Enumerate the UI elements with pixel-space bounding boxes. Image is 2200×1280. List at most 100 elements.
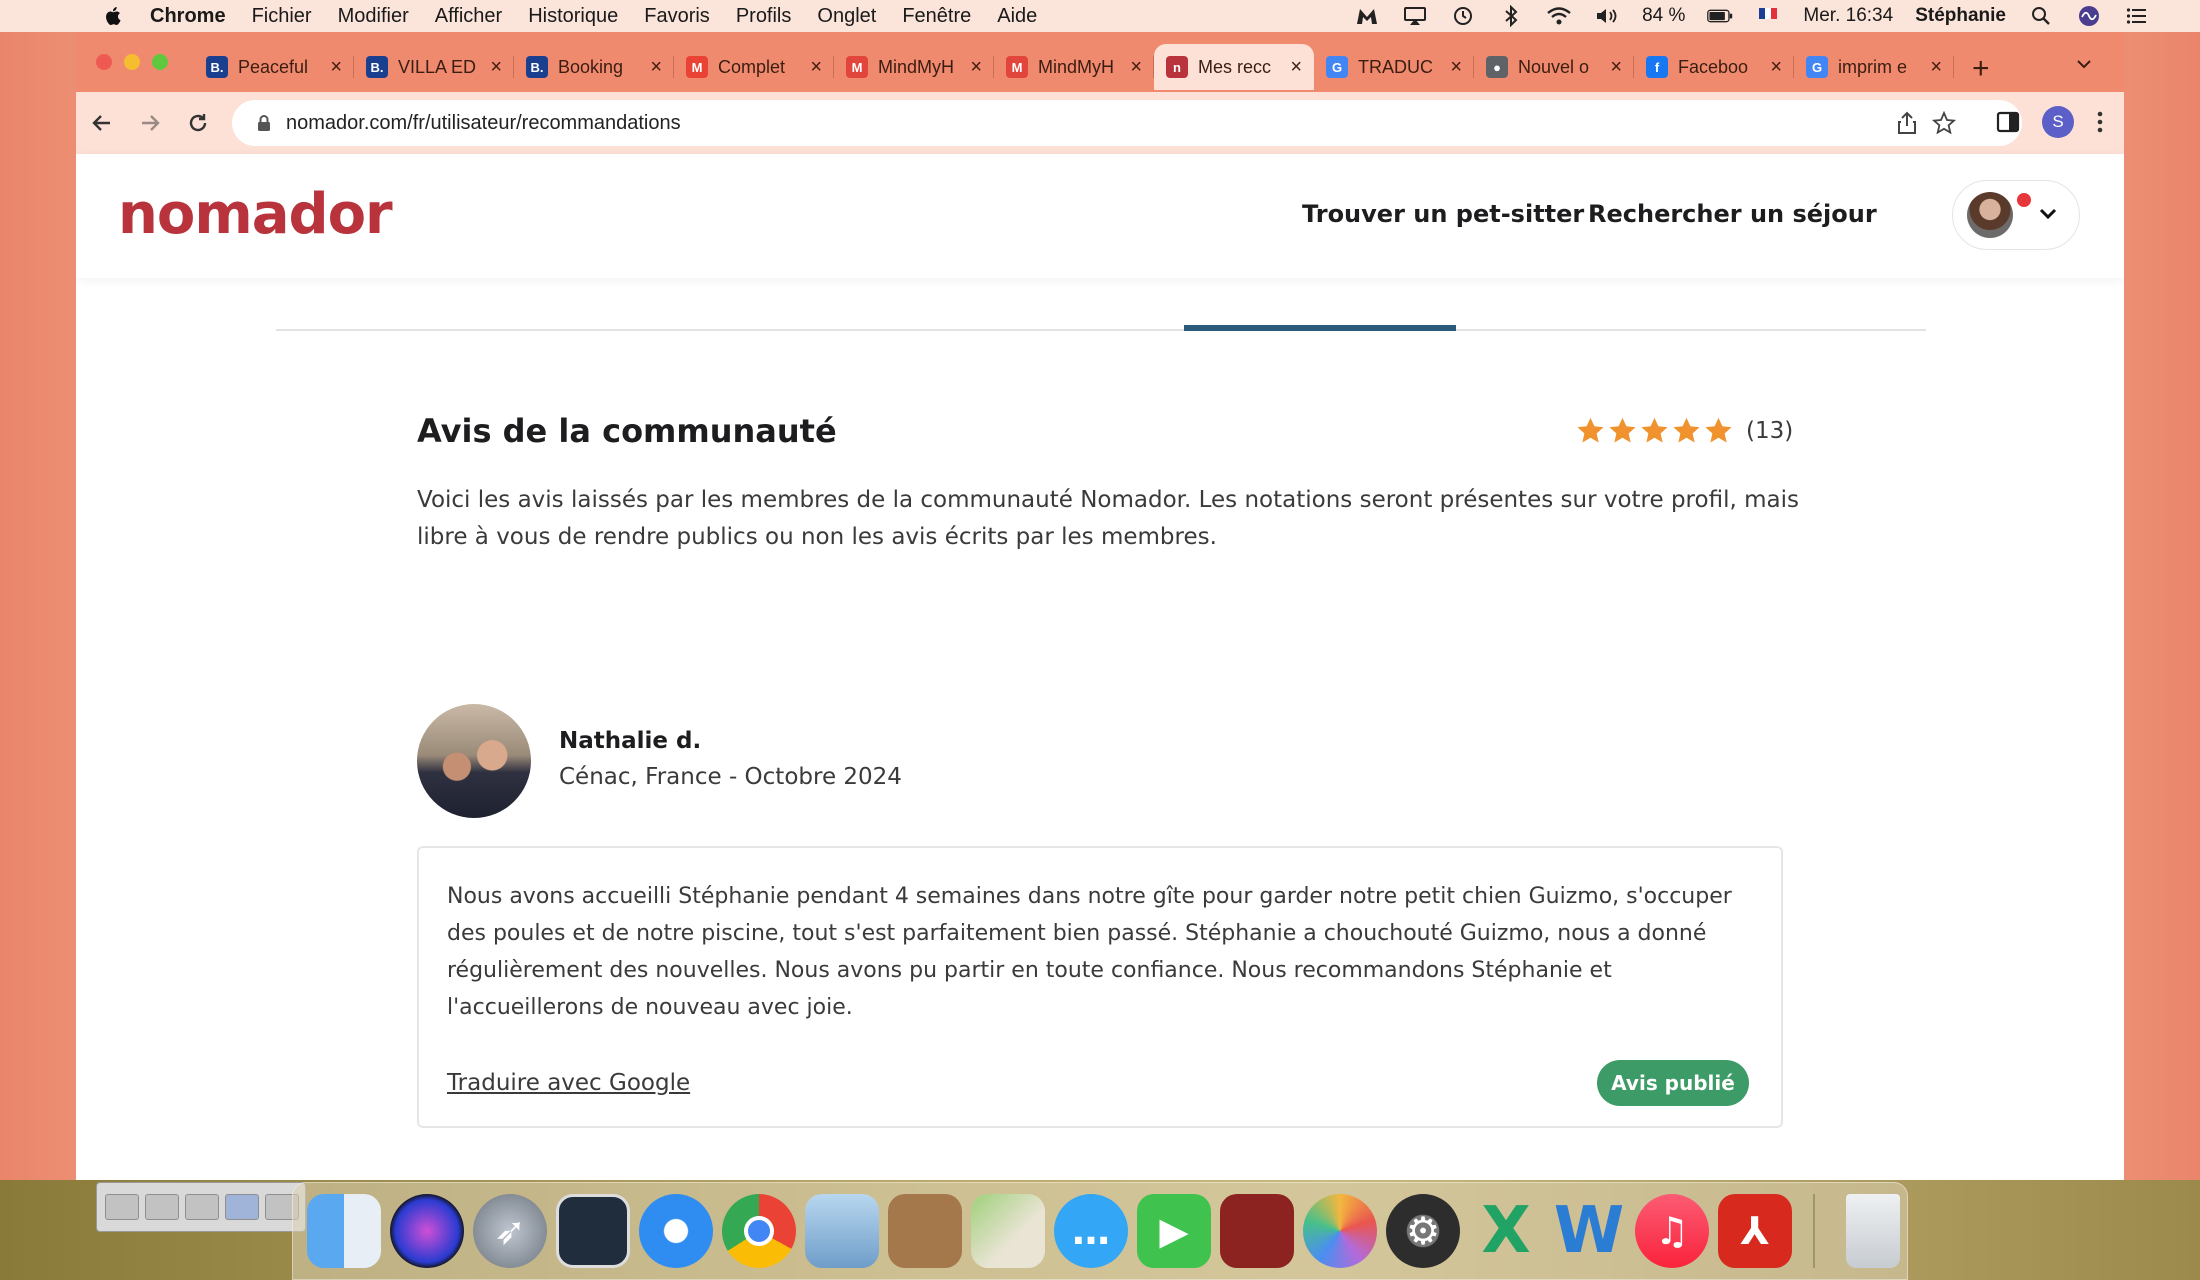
system-preferences-icon[interactable]: ⚙ bbox=[1386, 1194, 1460, 1268]
siri-dock-icon[interactable] bbox=[390, 1194, 464, 1268]
chrome-icon[interactable] bbox=[722, 1194, 796, 1268]
word-icon[interactable]: W bbox=[1552, 1194, 1626, 1268]
facetime-icon[interactable]: ▶ bbox=[1137, 1194, 1211, 1268]
side-panel-icon[interactable] bbox=[1996, 111, 2020, 133]
tab-search-chevron-icon[interactable] bbox=[2074, 54, 2094, 74]
notification-dot bbox=[2017, 193, 2031, 207]
browser-tab[interactable]: B. VILLA ED × bbox=[354, 44, 514, 90]
photo-slideshow-icon[interactable] bbox=[556, 1194, 630, 1268]
forward-button[interactable] bbox=[128, 101, 172, 145]
close-tab-icon[interactable]: × bbox=[810, 56, 822, 79]
lock-icon[interactable] bbox=[256, 114, 272, 132]
close-tab-icon[interactable]: × bbox=[650, 56, 662, 79]
browser-tab[interactable]: n Mes recc × bbox=[1154, 44, 1314, 90]
bluetooth-icon[interactable] bbox=[1498, 5, 1524, 27]
nav-find-pet-sitter[interactable]: Trouver un pet-sitter bbox=[1302, 200, 1584, 228]
close-tab-icon[interactable]: × bbox=[1130, 56, 1142, 79]
menu-onglet[interactable]: Onglet bbox=[817, 5, 876, 28]
tab-strip: B. Peaceful × B. VILLA ED × B. Booking × M Complet… bbox=[76, 32, 2124, 92]
reload-button[interactable] bbox=[176, 101, 220, 145]
chrome-menu-icon[interactable] bbox=[2096, 110, 2104, 134]
zoom-window-icon[interactable] bbox=[152, 54, 168, 70]
battery-icon[interactable] bbox=[1707, 5, 1733, 27]
close-tab-icon[interactable]: × bbox=[1290, 56, 1302, 79]
menu-historique[interactable]: Historique bbox=[528, 5, 618, 28]
menubar-user[interactable]: Stéphanie bbox=[1915, 5, 2006, 27]
contacts-icon[interactable] bbox=[888, 1194, 962, 1268]
launchpad-icon[interactable]: ➶ bbox=[473, 1194, 547, 1268]
preview-icon[interactable] bbox=[805, 1194, 879, 1268]
tab-title: Complet bbox=[718, 56, 786, 77]
tab-favicon-icon: G bbox=[1806, 56, 1828, 78]
volume-icon[interactable] bbox=[1594, 5, 1620, 27]
close-tab-icon[interactable]: × bbox=[1930, 56, 1942, 79]
share-icon[interactable] bbox=[1896, 111, 1918, 135]
messages-icon[interactable]: … bbox=[1054, 1194, 1128, 1268]
menu-favoris[interactable]: Favoris bbox=[644, 5, 710, 28]
malwarebytes-icon[interactable] bbox=[1354, 5, 1380, 27]
maps-icon[interactable] bbox=[971, 1194, 1045, 1268]
browser-tab[interactable]: ● Nouvel o × bbox=[1474, 44, 1634, 90]
wifi-icon[interactable] bbox=[1546, 5, 1572, 27]
trash-icon[interactable] bbox=[1846, 1194, 1900, 1268]
menu-modifier[interactable]: Modifier bbox=[338, 5, 409, 28]
menu-afficher[interactable]: Afficher bbox=[435, 5, 502, 28]
photos-icon[interactable] bbox=[1303, 1194, 1377, 1268]
spotlight-search-icon[interactable] bbox=[2028, 5, 2054, 27]
airplay-icon[interactable] bbox=[1402, 5, 1428, 27]
menu-fenetre[interactable]: Fenêtre bbox=[902, 5, 971, 28]
browser-tab[interactable]: B. Booking × bbox=[514, 44, 674, 90]
close-tab-icon[interactable]: × bbox=[970, 56, 982, 79]
music-icon[interactable]: ♫ bbox=[1635, 1194, 1709, 1268]
menu-aide[interactable]: Aide bbox=[997, 5, 1037, 28]
browser-tab[interactable]: G TRADUC × bbox=[1314, 44, 1474, 90]
safari-icon[interactable] bbox=[639, 1194, 713, 1268]
outline-view-icon[interactable] bbox=[145, 1194, 179, 1220]
back-button[interactable] bbox=[80, 101, 124, 145]
icon-view-icon[interactable] bbox=[185, 1194, 219, 1220]
browser-toolbar: nomador.com/fr/utilisateur/recommandatio… bbox=[76, 92, 2124, 154]
address-bar[interactable]: nomador.com/fr/utilisateur/recommandatio… bbox=[232, 100, 2022, 146]
browser-tab[interactable]: M MindMyH × bbox=[994, 44, 1154, 90]
control-center-icon[interactable] bbox=[2124, 5, 2150, 27]
bookmark-star-icon[interactable] bbox=[1932, 111, 1956, 135]
siri-icon[interactable] bbox=[2076, 5, 2102, 27]
close-tab-icon[interactable]: × bbox=[1450, 56, 1462, 79]
nav-search-stay[interactable]: Rechercher un séjour bbox=[1588, 200, 1877, 228]
list-view-icon[interactable] bbox=[105, 1194, 139, 1220]
photo-booth-icon[interactable] bbox=[1220, 1194, 1294, 1268]
excel-icon[interactable]: X bbox=[1469, 1194, 1543, 1268]
time-machine-icon[interactable] bbox=[1450, 5, 1476, 27]
browser-tab[interactable]: M Complet × bbox=[674, 44, 834, 90]
active-tab-indicator bbox=[1184, 325, 1456, 331]
user-menu-button[interactable] bbox=[1952, 180, 2080, 250]
browser-tab[interactable]: f Faceboo × bbox=[1634, 44, 1794, 90]
nomador-logo[interactable]: nomador bbox=[118, 182, 393, 247]
apple-logo-icon[interactable] bbox=[104, 5, 124, 27]
browser-tab[interactable]: Gimprim e × bbox=[1794, 44, 1954, 90]
menubar-datetime[interactable]: Mer. 16:34 bbox=[1803, 5, 1893, 27]
close-tab-icon[interactable]: × bbox=[330, 56, 342, 79]
translate-with-google-link[interactable]: Traduire avec Google bbox=[447, 1070, 690, 1096]
chrome-window: B. Peaceful × B. VILLA ED × B. Booking × M Complet… bbox=[76, 32, 2124, 1180]
minimize-window-icon[interactable] bbox=[124, 54, 140, 70]
macos-menubar: Chrome Fichier Modifier Afficher Histori… bbox=[0, 0, 2200, 32]
column-view-icon[interactable] bbox=[225, 1194, 259, 1220]
close-window-icon[interactable] bbox=[96, 54, 112, 70]
browser-tab[interactable]: M MindMyH × bbox=[834, 44, 994, 90]
menubar-app-name[interactable]: Chrome bbox=[150, 5, 226, 28]
close-tab-icon[interactable]: × bbox=[1770, 56, 1782, 79]
tab-title: MindMyH bbox=[878, 56, 955, 77]
chrome-profile-avatar[interactable]: S bbox=[2042, 106, 2074, 138]
input-source-flag-icon[interactable] bbox=[1755, 5, 1781, 27]
acrobat-icon[interactable]: ⅄ bbox=[1718, 1194, 1792, 1268]
finder-icon[interactable] bbox=[307, 1194, 381, 1268]
url-text[interactable]: nomador.com/fr/utilisateur/recommandatio… bbox=[286, 112, 681, 135]
menu-fichier[interactable]: Fichier bbox=[252, 5, 312, 28]
browser-tab[interactable]: B. Peaceful × bbox=[194, 44, 354, 90]
close-tab-icon[interactable]: × bbox=[490, 56, 502, 79]
close-tab-icon[interactable]: × bbox=[1610, 56, 1622, 79]
new-tab-button[interactable]: + bbox=[1972, 52, 1990, 86]
menu-profils[interactable]: Profils bbox=[736, 5, 792, 28]
review-text: Nous avons accueilli Stéphanie pendant 4… bbox=[447, 884, 1732, 1020]
